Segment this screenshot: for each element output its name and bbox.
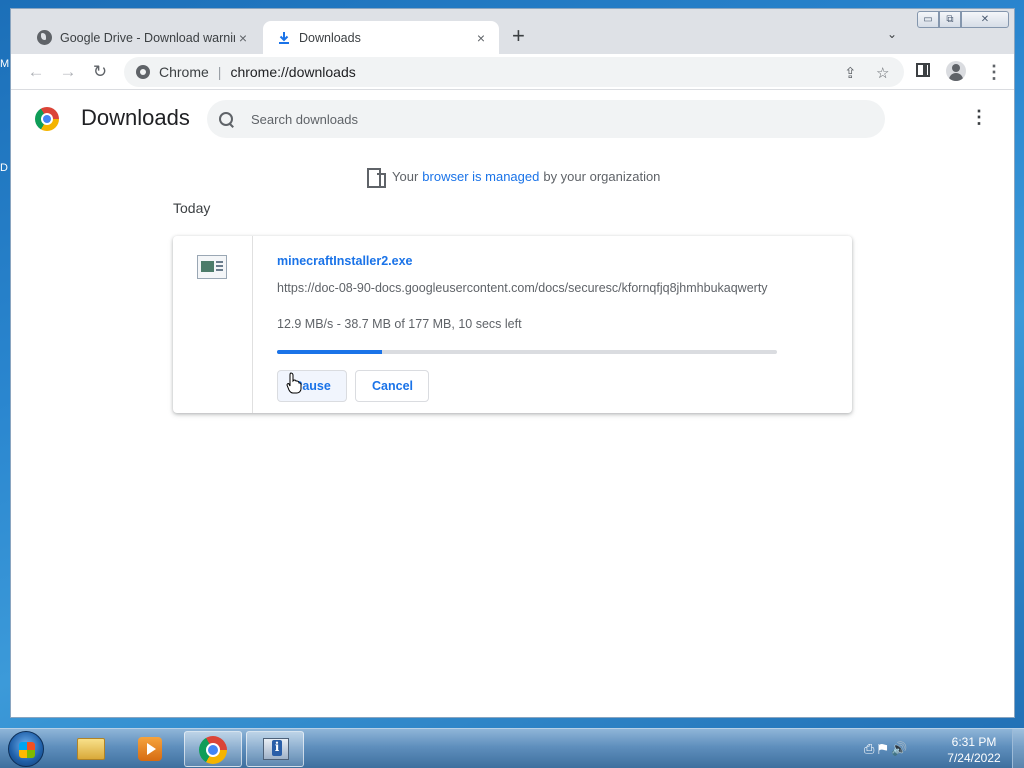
reload-button[interactable]: ↻: [87, 59, 113, 85]
profile-avatar[interactable]: [946, 61, 966, 81]
media-player-icon: [138, 737, 162, 761]
close-window-button[interactable]: ✕: [961, 11, 1009, 28]
tab-close-icon[interactable]: ×: [235, 30, 251, 46]
desktop-icon-label-partial: D: [0, 162, 8, 174]
globe-icon: [37, 30, 52, 45]
tab-strip: Google Drive - Download warning × Downlo…: [11, 9, 1014, 54]
download-item-card: minecraftInstaller2.exe https://doc-08-9…: [173, 236, 852, 413]
forward-button[interactable]: →: [55, 59, 81, 85]
clock-time: 6:31 PM: [951, 735, 997, 749]
executable-file-icon: [197, 255, 227, 279]
managed-suffix: by your organization: [543, 168, 661, 184]
bookmark-star-icon[interactable]: ☆: [876, 64, 889, 82]
managed-notice: Your browser is managed by your organiza…: [367, 168, 661, 188]
browser-window: Google Drive - Download warning × Downlo…: [10, 8, 1015, 718]
date-section-label: Today: [173, 200, 211, 216]
omnibox-url: chrome://downloads: [230, 64, 356, 80]
managed-prefix: Your: [392, 168, 419, 184]
downloads-page: Downloads ⋮ Your browser is managed by y…: [11, 91, 1014, 717]
tab-title: Google Drive - Download warning: [60, 30, 235, 45]
search-input[interactable]: [251, 111, 831, 127]
omnibox-separator: |: [217, 64, 222, 80]
clock-date: 7/24/2022: [947, 751, 1001, 765]
download-progress-bar: [277, 350, 777, 354]
chrome-icon: [199, 736, 227, 764]
search-bar[interactable]: [207, 100, 885, 138]
chrome-site-icon: [136, 65, 150, 79]
share-icon[interactable]: ⇪: [844, 64, 857, 82]
browser-toolbar: ← → ↻ Chrome | chrome://downloads ⇪ ☆ ⋮: [11, 54, 1014, 90]
windows-logo-icon: [19, 742, 35, 758]
building-icon: [367, 168, 386, 188]
download-status: 12.9 MB/s - 38.7 MB of 177 MB, 10 secs l…: [277, 317, 522, 331]
browser-menu-icon[interactable]: ⋮: [985, 62, 1003, 83]
download-icon: [279, 31, 289, 44]
taskbar-media-player[interactable]: [122, 731, 180, 767]
taskbar-chrome[interactable]: [184, 731, 242, 767]
page-more-actions-icon[interactable]: ⋮: [970, 107, 988, 128]
omnibox-scheme-label: Chrome: [159, 64, 209, 80]
installer-icon: [263, 738, 289, 760]
page-title: Downloads: [81, 105, 190, 130]
tab-close-icon[interactable]: ×: [473, 30, 489, 46]
clock[interactable]: 6:31 PM 7/24/2022: [940, 734, 1008, 766]
desktop-icon-label-partial: M: [0, 58, 10, 70]
cancel-button[interactable]: Cancel: [355, 370, 429, 402]
taskbar: ⎙ ⚑ 🔊 6:31 PM 7/24/2022: [0, 728, 1024, 768]
start-button[interactable]: [8, 731, 44, 767]
managed-link[interactable]: browser is managed: [422, 169, 539, 184]
search-icon: [219, 112, 233, 126]
taskbar-installer[interactable]: [246, 731, 304, 767]
address-bar[interactable]: Chrome | chrome://downloads ⇪ ☆: [124, 57, 904, 87]
system-tray-icons[interactable]: ⎙ ⚑ 🔊: [864, 741, 907, 757]
file-icon-column: [173, 236, 253, 413]
tab-search-chevron-icon[interactable]: ⌄: [887, 27, 897, 41]
chrome-logo-icon: [35, 107, 59, 131]
taskbar-explorer[interactable]: [62, 731, 120, 767]
back-button[interactable]: ←: [23, 59, 49, 85]
new-tab-button[interactable]: +: [512, 24, 525, 48]
side-panel-icon[interactable]: [916, 63, 930, 77]
tab-google-drive[interactable]: Google Drive - Download warning ×: [23, 21, 261, 54]
file-source-url[interactable]: https://doc-08-90-docs.googleusercontent…: [277, 281, 777, 295]
show-desktop-button[interactable]: [1012, 729, 1024, 768]
file-name-link[interactable]: minecraftInstaller2.exe: [277, 254, 413, 268]
minimize-button[interactable]: ▭: [917, 11, 939, 28]
tab-downloads[interactable]: Downloads ×: [263, 21, 499, 54]
download-progress-fill: [277, 350, 382, 354]
hand-cursor-icon: [286, 372, 302, 394]
tab-title: Downloads: [299, 30, 361, 45]
restore-button[interactable]: ⧉: [939, 11, 961, 28]
folder-icon: [77, 738, 105, 760]
